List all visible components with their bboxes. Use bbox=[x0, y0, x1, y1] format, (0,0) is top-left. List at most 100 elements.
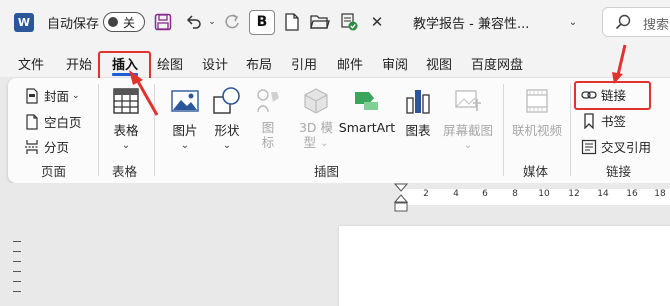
tab-references[interactable]: 引用 bbox=[291, 54, 317, 73]
picture-icon bbox=[171, 90, 199, 112]
ruler-tick: 8 bbox=[512, 189, 518, 199]
chevron-down-icon: ⌄ bbox=[121, 140, 131, 151]
chevron-down-icon: ⌄ bbox=[180, 140, 190, 151]
page-break-button[interactable]: 分页 bbox=[24, 137, 69, 156]
3d-cube-icon bbox=[304, 88, 328, 114]
bookmark-label: 书签 bbox=[601, 114, 627, 129]
online-video-button[interactable]: 联机视频 bbox=[508, 86, 566, 139]
ruler-tick: 14 bbox=[597, 189, 609, 199]
ruler-tick: 10 bbox=[538, 189, 550, 199]
shapes-button[interactable]: 形状 ⌄ bbox=[208, 86, 246, 151]
redo-icon[interactable] bbox=[222, 10, 242, 34]
group-separator bbox=[98, 84, 99, 176]
ruler-tick: 6 bbox=[482, 189, 488, 199]
vertical-ruler bbox=[10, 232, 24, 306]
illustrations-group-label: 插图 bbox=[314, 164, 340, 179]
chevron-down-icon: ⌄ bbox=[320, 137, 329, 149]
search-placeholder: 搜索 bbox=[643, 18, 670, 33]
tab-review[interactable]: 审阅 bbox=[382, 54, 408, 73]
tab-mailings[interactable]: 邮件 bbox=[337, 54, 363, 73]
compatibility-check-icon[interactable] bbox=[338, 10, 360, 34]
group-separator bbox=[154, 84, 155, 176]
shapes-icon bbox=[213, 87, 240, 114]
cover-page-label: 封面 bbox=[44, 89, 70, 104]
undo-dropdown-icon[interactable]: ⌄ bbox=[207, 10, 217, 34]
cross-reference-button[interactable]: 交叉引用 bbox=[581, 137, 651, 156]
screenshot-icon bbox=[455, 90, 481, 111]
bookmark-icon bbox=[584, 112, 594, 129]
bookmark-button[interactable]: 书签 bbox=[581, 111, 626, 130]
smartart-label: SmartArt bbox=[338, 120, 396, 135]
title-bar: W 自动保存 关 ⌄ B ✕ 教学报告 - 兼容性... ⌄ 搜索 bbox=[0, 0, 670, 45]
pages-group-label: 页面 bbox=[41, 164, 67, 179]
autosave-label: 自动保存 bbox=[47, 17, 100, 32]
table-button[interactable]: 表格 ⌄ bbox=[106, 86, 146, 151]
ruler-tick: 4 bbox=[453, 189, 459, 199]
page-break-icon bbox=[25, 139, 39, 154]
smartart-icon bbox=[355, 92, 378, 110]
ruler-tick: 18 bbox=[654, 189, 666, 199]
link-button-highlight bbox=[574, 81, 651, 110]
open-folder-icon[interactable] bbox=[309, 10, 331, 34]
group-separator bbox=[570, 84, 571, 176]
icons-button[interactable]: 图 标 bbox=[253, 86, 283, 150]
chart-button[interactable]: 图表 bbox=[401, 86, 435, 139]
table-label: 表格 bbox=[113, 123, 139, 138]
tab-home[interactable]: 开始 bbox=[66, 54, 92, 73]
search-input[interactable]: 搜索 bbox=[602, 7, 670, 37]
page-break-label: 分页 bbox=[44, 140, 70, 155]
chart-label: 图表 bbox=[405, 123, 431, 138]
tab-file[interactable]: 文件 bbox=[18, 54, 44, 73]
search-icon bbox=[615, 14, 631, 30]
cross-reference-label: 交叉引用 bbox=[601, 140, 652, 155]
online-video-label: 联机视频 bbox=[511, 123, 562, 138]
3d-models-button[interactable]: 3D 模 型 ⌄ bbox=[296, 86, 336, 150]
bold-button[interactable]: B bbox=[249, 10, 275, 35]
chevron-down-icon[interactable]: ⌄ bbox=[566, 10, 580, 34]
new-document-icon[interactable] bbox=[282, 10, 302, 34]
links-group-label: 链接 bbox=[606, 164, 632, 179]
icons-insert-icon bbox=[257, 89, 279, 113]
autosave-toggle[interactable]: 关 bbox=[103, 12, 145, 32]
horizontal-ruler: 2 4 6 8 10 12 14 16 18 bbox=[0, 183, 670, 213]
undo-icon[interactable] bbox=[184, 10, 204, 34]
toggle-knob bbox=[108, 17, 118, 27]
bar-chart-icon bbox=[406, 90, 430, 114]
table-icon bbox=[113, 88, 139, 114]
media-group-label: 媒体 bbox=[523, 164, 549, 179]
3d-models-label-top: 3D 模 bbox=[298, 120, 334, 135]
document-page[interactable] bbox=[339, 226, 670, 306]
ruler-tick: 16 bbox=[626, 189, 638, 199]
ruler-tick: 12 bbox=[568, 189, 580, 199]
smartart-button[interactable]: SmartArt bbox=[339, 86, 395, 135]
cross-reference-icon bbox=[581, 139, 597, 154]
screenshot-label: 屏幕截图 bbox=[442, 123, 493, 138]
chevron-down-icon: ⌄ bbox=[222, 140, 232, 151]
autosave-state: 关 bbox=[123, 16, 136, 30]
blank-page-icon bbox=[26, 113, 38, 130]
blank-page-button[interactable]: 空白页 bbox=[24, 112, 82, 131]
chevron-down-icon: ⌄ bbox=[72, 90, 80, 101]
tab-design[interactable]: 设计 bbox=[202, 54, 228, 73]
picture-button[interactable]: 图片 ⌄ bbox=[166, 86, 204, 151]
icons-label-top: 图 bbox=[261, 120, 275, 135]
screenshot-button[interactable]: 屏幕截图 ⌄ bbox=[438, 86, 498, 151]
tab-layout[interactable]: 布局 bbox=[246, 54, 272, 73]
group-separator bbox=[503, 84, 504, 176]
indent-marker-icon[interactable] bbox=[394, 183, 408, 213]
save-icon[interactable] bbox=[152, 10, 174, 34]
tab-draw[interactable]: 绘图 bbox=[157, 54, 183, 73]
3d-models-label-bottom: 型 bbox=[303, 135, 317, 150]
cover-page-button[interactable]: 封面 ⌄ bbox=[24, 86, 80, 105]
close-icon[interactable]: ✕ bbox=[368, 10, 386, 34]
blank-page-label: 空白页 bbox=[44, 115, 82, 130]
shapes-label: 形状 bbox=[214, 123, 240, 138]
ribbon-panel: 封面 ⌄ 空白页 分页 页面 表格 ⌄ 表格 图片 ⌄ 形状 ⌄ 图 标 3D … bbox=[8, 78, 670, 183]
ruler-tick: 2 bbox=[423, 189, 429, 199]
document-title[interactable]: 教学报告 - 兼容性... bbox=[413, 13, 529, 32]
cover-page-icon bbox=[26, 87, 38, 104]
tab-baidu-netdisk[interactable]: 百度网盘 bbox=[471, 54, 523, 73]
tab-view[interactable]: 视图 bbox=[426, 54, 452, 73]
tables-group-label: 表格 bbox=[112, 164, 138, 179]
icons-label-bottom: 标 bbox=[261, 135, 275, 150]
